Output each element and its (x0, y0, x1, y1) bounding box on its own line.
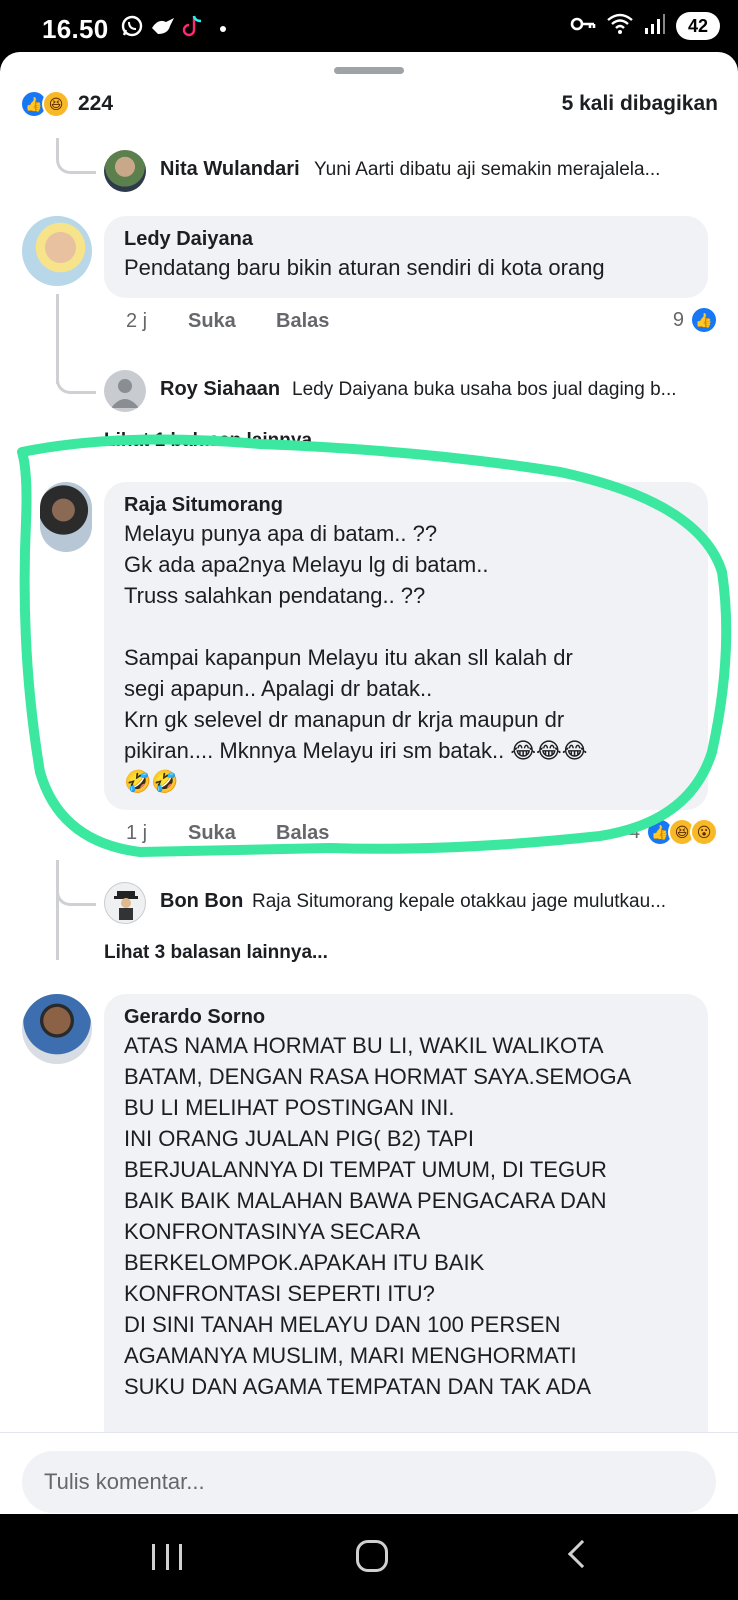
reply-text: Raja Situmorang kepale otakkau jage mulu… (252, 891, 667, 912)
reply-button[interactable]: Balas (276, 310, 329, 333)
comments-sheet: 👍 😆 224 5 kali dibagikan Nita Wulandari … (0, 52, 738, 1514)
reply-item[interactable]: Bon Bon Raja Situmorang kepale otakkau j… (104, 880, 718, 924)
reactions-summary: 👍 😆 224 5 kali dibagikan (20, 90, 718, 120)
comment-bubble[interactable]: Ledy Daiyana Pendatang baru bikin aturan… (104, 216, 708, 298)
comment-text: Melayu punya apa di batam.. ?? Gk ada ap… (124, 521, 588, 794)
thread-connector (56, 864, 96, 906)
comment-author[interactable]: Ledy Daiyana (124, 226, 688, 252)
comment-actions: 2 j Suka Balas 9 👍 (124, 306, 718, 340)
comment-reactions[interactable]: 9 👍 (673, 306, 718, 334)
reactions-count-button[interactable]: 👍 😆 224 (20, 90, 113, 118)
more-notifications-dot (220, 26, 226, 32)
key-icon (570, 14, 596, 39)
system-icons: 42 (570, 12, 720, 40)
shares-count[interactable]: 5 kali dibagikan (562, 92, 718, 116)
comment-author[interactable]: Raja Situmorang (124, 492, 688, 518)
avatar[interactable] (22, 216, 92, 286)
compose-bar: Tulis komentar... (0, 1432, 738, 1514)
comment-bubble[interactable]: Raja Situmorang Melayu punya apa di bata… (104, 482, 708, 810)
haha-icon: 😆 (42, 90, 70, 118)
reply-text: Yuni Aarti dibatu aji semakin merajalela… (314, 159, 661, 180)
comment-actions: 1 j Suka Balas 4 👍 😆 😮 (124, 818, 718, 852)
system-nav-bar (0, 1514, 738, 1600)
notification-icons (120, 14, 226, 44)
bird-icon (150, 14, 176, 44)
comment-reaction-count: 4 (628, 820, 640, 843)
comment-reactions[interactable]: 4 👍 😆 😮 (629, 818, 718, 846)
comment-author[interactable]: Gerardo Sorno (124, 1004, 688, 1030)
avatar[interactable] (104, 150, 146, 192)
thread-connector (56, 352, 96, 394)
avatar[interactable] (104, 882, 146, 924)
avatar[interactable] (40, 482, 92, 552)
home-icon[interactable] (356, 1540, 388, 1572)
like-button[interactable]: Suka (188, 822, 236, 845)
back-icon[interactable] (567, 1539, 597, 1569)
comment-time: 1 j (126, 822, 148, 844)
reply-author[interactable]: Bon Bon (160, 890, 243, 913)
view-more-replies[interactable]: Lihat 3 balasan lainnya... (104, 942, 328, 964)
drag-handle[interactable] (334, 67, 404, 74)
avatar[interactable] (22, 994, 92, 1064)
like-button[interactable]: Suka (188, 310, 236, 333)
comment-text: ATAS NAMA HORMAT BU LI, WAKIL WALIKOTA B… (124, 1033, 632, 1399)
tiktok-icon (182, 14, 204, 44)
wow-icon: 😮 (690, 818, 718, 846)
wifi-icon (606, 13, 634, 40)
comment-input[interactable]: Tulis komentar... (22, 1451, 716, 1513)
reactions-count: 224 (78, 92, 114, 115)
whatsapp-icon (120, 14, 144, 44)
status-bar: 16.50 42 (0, 0, 738, 56)
comment-reaction-count: 9 (672, 308, 684, 331)
signal-icon (644, 13, 666, 40)
view-more-replies[interactable]: Lihat 1 balasan lainnya... (104, 430, 328, 452)
reply-author[interactable]: Roy Siahaan (160, 378, 280, 401)
reply-text: Ledy Daiyana buka usaha bos jual daging … (292, 379, 677, 400)
comment-time: 2 j (126, 310, 148, 332)
reply-button[interactable]: Balas (276, 822, 329, 845)
reply-author[interactable]: Nita Wulandari (160, 158, 300, 181)
reply-item[interactable]: Roy Siahaan Ledy Daiyana buka usaha bos … (104, 368, 718, 412)
reply-item[interactable]: Nita Wulandari Yuni Aarti dibatu aji sem… (104, 148, 718, 192)
comment-text: Pendatang baru bikin aturan sendiri di k… (124, 255, 605, 280)
battery-indicator: 42 (676, 12, 720, 40)
avatar[interactable] (104, 370, 146, 412)
thread-connector (56, 138, 96, 174)
recent-apps-icon[interactable] (152, 1544, 182, 1570)
like-icon: 👍 (690, 306, 718, 334)
status-time: 16.50 (42, 14, 109, 44)
comment-bubble[interactable]: Gerardo Sorno ATAS NAMA HORMAT BU LI, WA… (104, 994, 708, 1474)
